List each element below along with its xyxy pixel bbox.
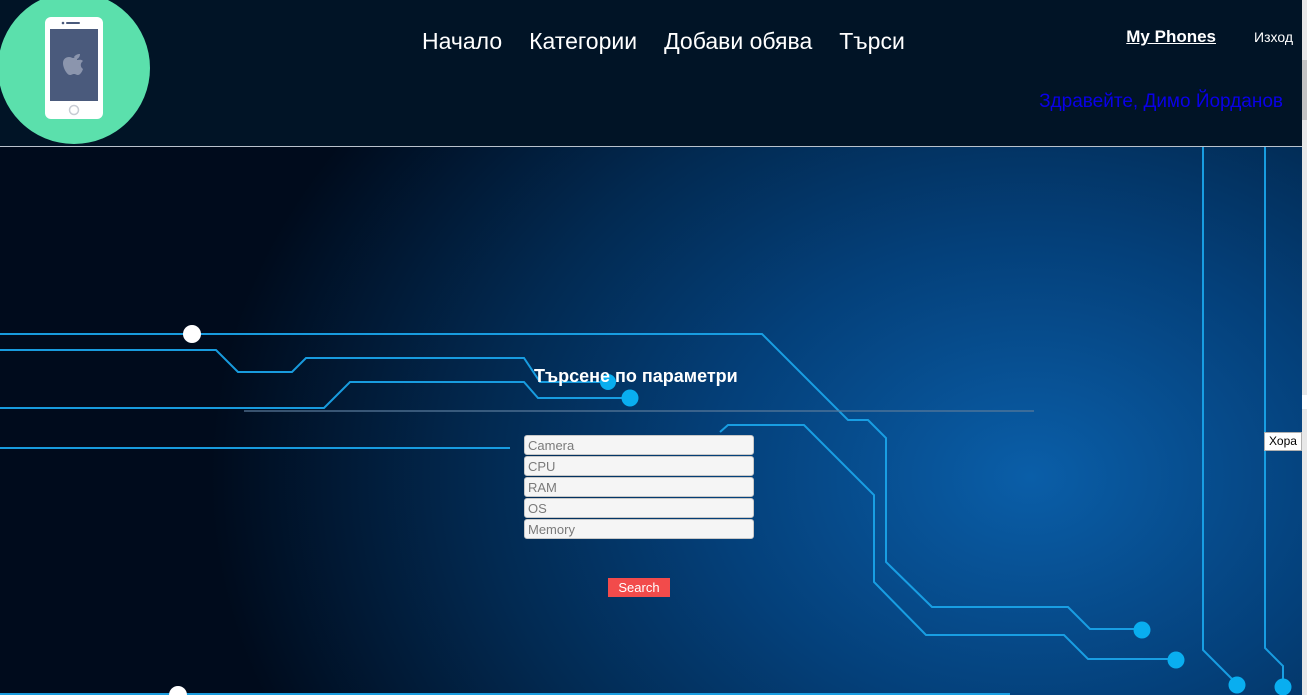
people-tab[interactable]: Хора — [1264, 432, 1302, 451]
side-marker — [1302, 395, 1307, 409]
scrollbar-thumb[interactable] — [1302, 60, 1307, 120]
search-button[interactable]: Search — [608, 578, 670, 597]
smartphone-icon — [45, 17, 103, 119]
site-logo[interactable] — [0, 0, 150, 144]
main-nav: Начало Категории Добави обява Търси — [422, 28, 905, 55]
my-phones-link[interactable]: My Phones — [1126, 27, 1216, 47]
search-title: Търсене по параметри — [534, 366, 738, 386]
nav-categories[interactable]: Категории — [529, 28, 637, 55]
ram-input[interactable] — [524, 477, 754, 497]
cpu-input[interactable] — [524, 456, 754, 476]
user-links: My Phones Изход — [1126, 27, 1293, 47]
site-header: Начало Категории Добави обява Търси My P… — [0, 0, 1307, 147]
nav-search[interactable]: Търси — [839, 28, 905, 55]
page: Начало Категории Добави обява Търси My P… — [0, 0, 1307, 695]
nav-add-listing[interactable]: Добави обява — [664, 28, 812, 55]
nav-home[interactable]: Начало — [422, 28, 502, 55]
user-greeting: Здравейте, Димо Йорданов — [1039, 91, 1283, 112]
logout-link[interactable]: Изход — [1254, 29, 1293, 45]
memory-input[interactable] — [524, 519, 754, 539]
os-input[interactable] — [524, 498, 754, 518]
camera-input[interactable] — [524, 435, 754, 455]
